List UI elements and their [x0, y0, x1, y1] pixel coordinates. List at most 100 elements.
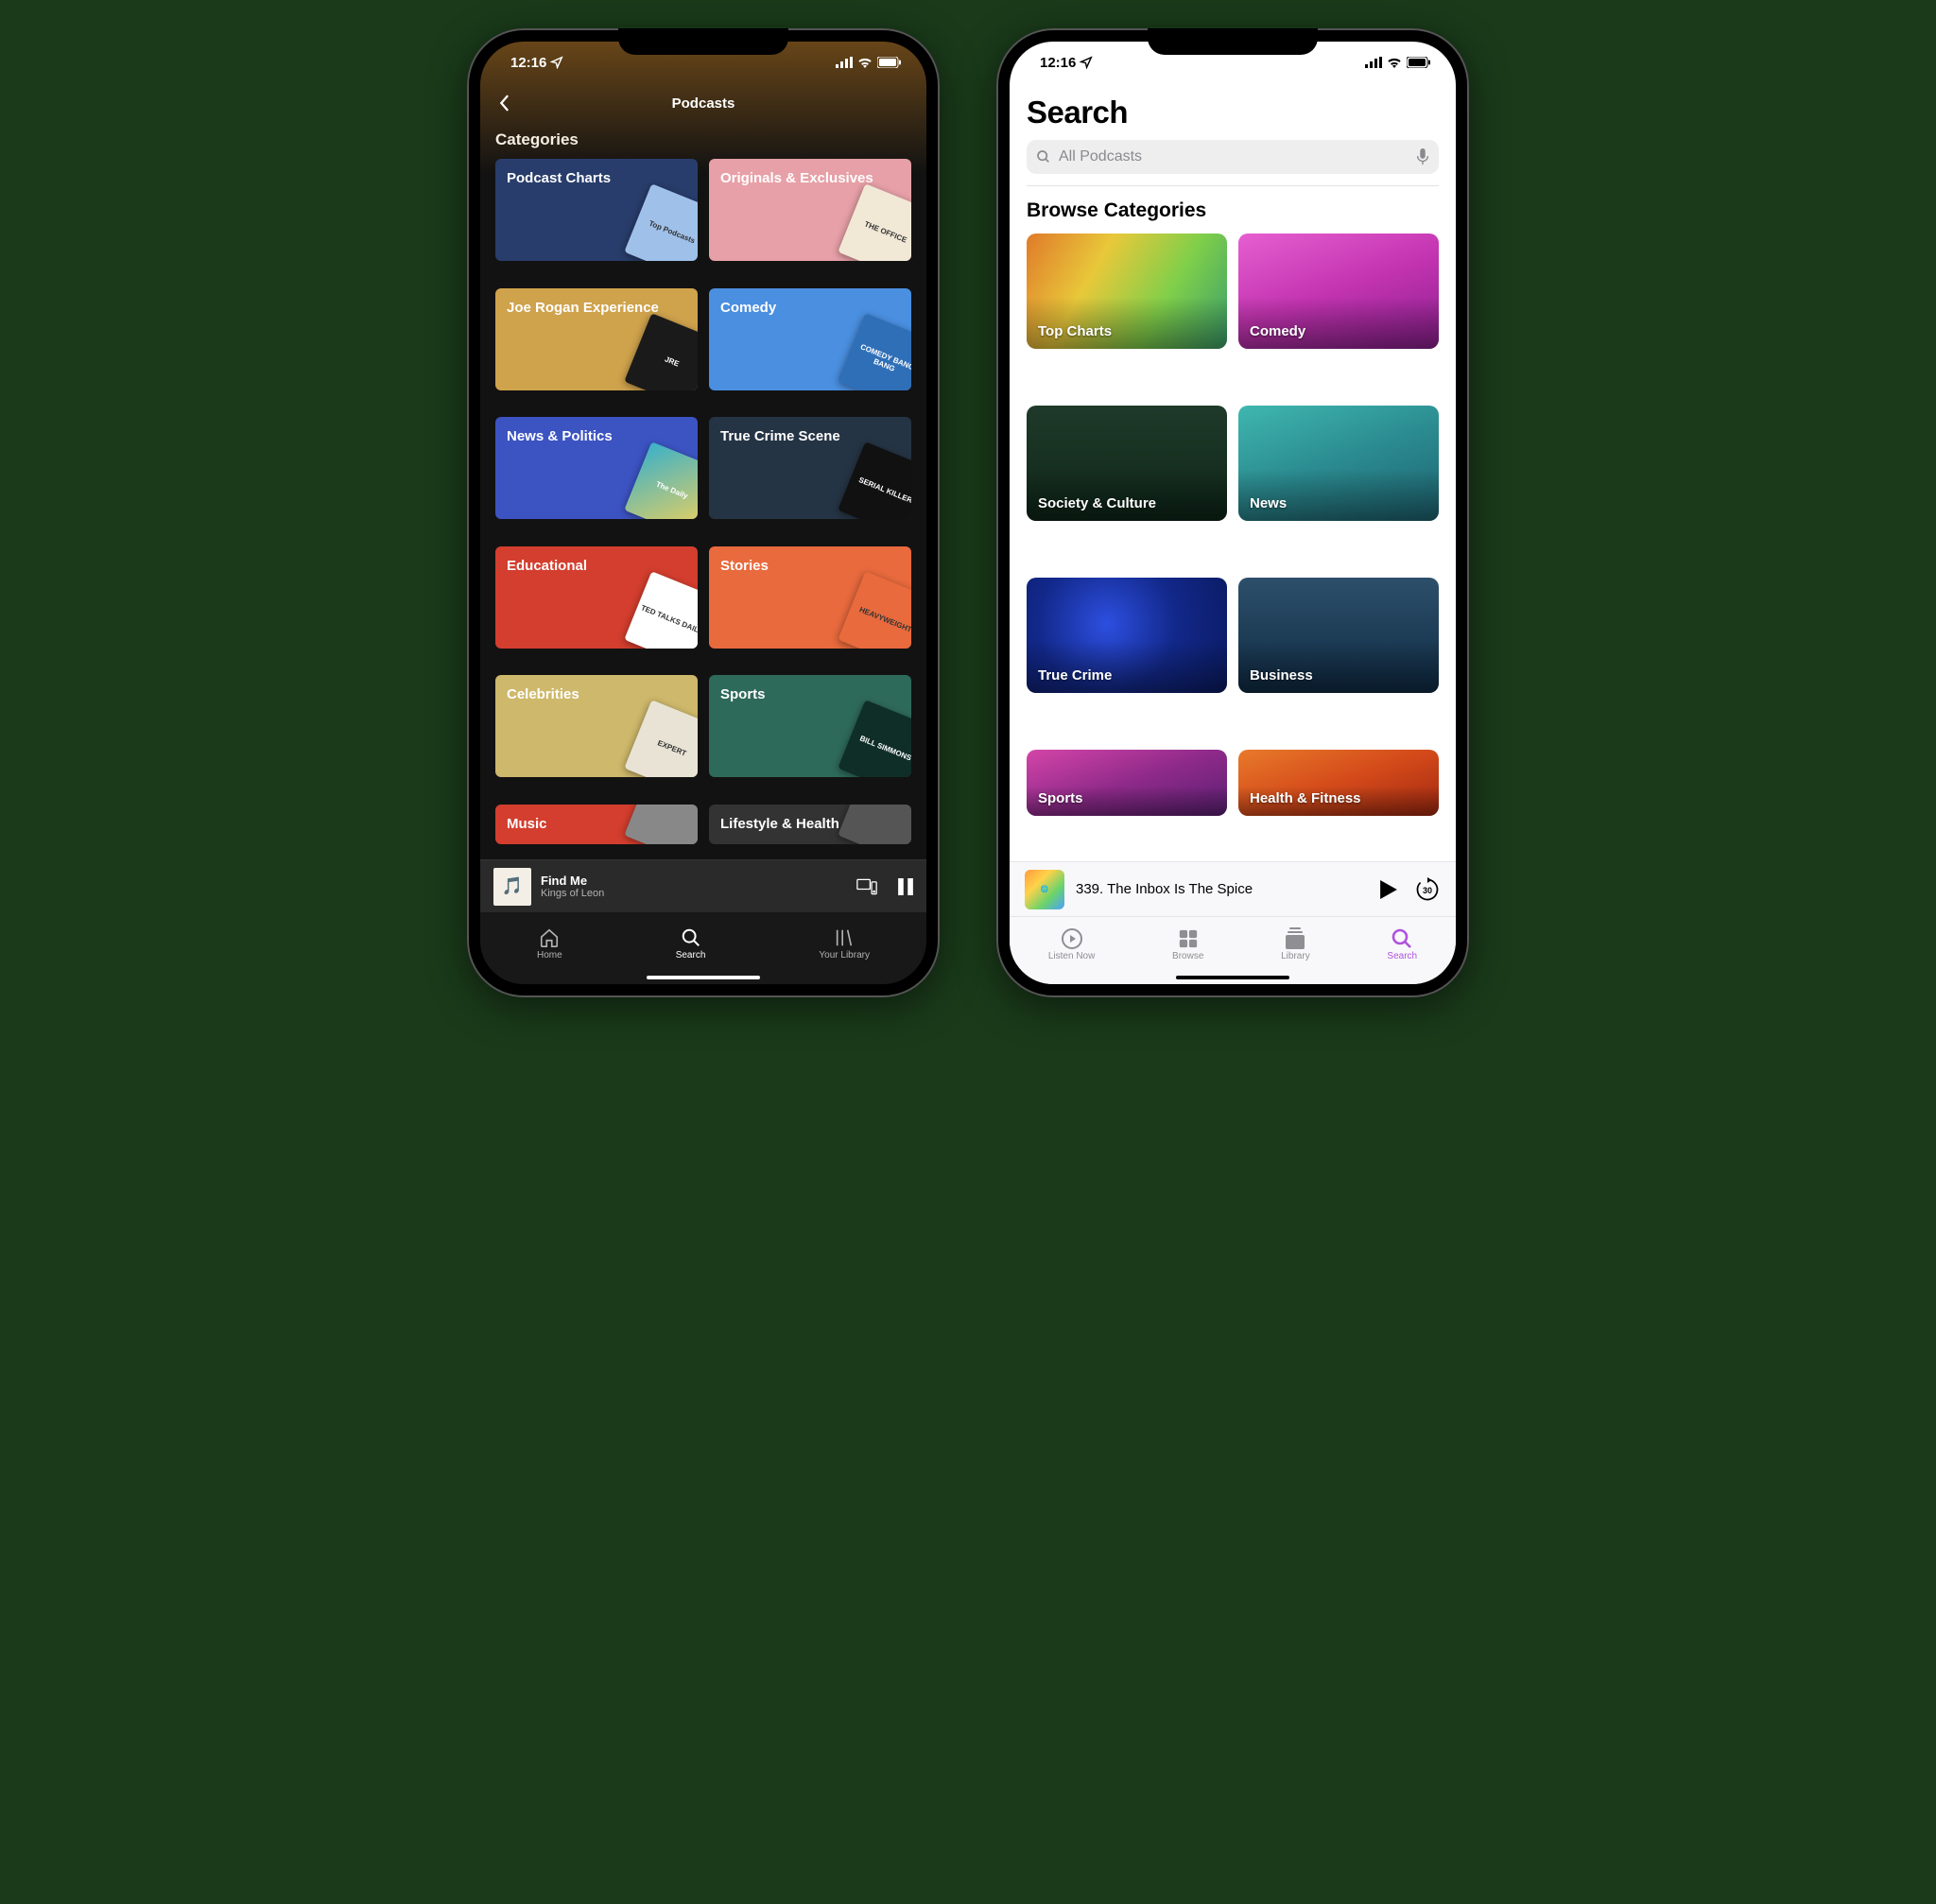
stack-icon — [1284, 927, 1306, 950]
category-tile[interactable]: Music — [495, 805, 698, 844]
tile-art: The Daily — [624, 441, 698, 519]
library-icon — [834, 927, 855, 948]
status-time: 12:16 — [510, 55, 546, 71]
wifi-icon — [857, 57, 873, 68]
category-tile[interactable]: Comedy — [1238, 234, 1439, 349]
category-tile[interactable]: Top Charts — [1027, 234, 1227, 349]
spotify-phone: 12:16 Podcasts — [467, 28, 940, 997]
category-tile[interactable]: EducationalTED TALKS DAILY — [495, 546, 698, 649]
now-playing-art: 🌐 — [1025, 870, 1064, 909]
category-tile[interactable]: Stories HEAVYWEIGHT — [709, 546, 911, 649]
apple-podcasts-phone: 12:16 Search — [996, 28, 1469, 997]
tile-label: True Crime Scene — [720, 428, 840, 444]
category-tile[interactable]: Sports — [1027, 750, 1227, 816]
tile-label: Celebrities — [507, 686, 579, 702]
tile-art: Top Podcasts — [624, 183, 698, 261]
tile-art: SERIAL KILLER — [838, 441, 911, 519]
tile-label: News & Politics — [507, 428, 613, 444]
tab-label: Listen Now — [1048, 951, 1095, 961]
home-icon — [539, 927, 560, 948]
notch — [618, 28, 788, 55]
tile-art: THE OFFICE — [838, 183, 911, 261]
category-tile[interactable]: True Crime SceneSERIAL KILLER — [709, 417, 911, 519]
now-playing-title: 339. The Inbox Is The Spice — [1076, 881, 1369, 897]
tab-bar: Listen Now Browse Library Search — [1010, 916, 1456, 971]
back-button[interactable] — [497, 95, 510, 112]
category-tile[interactable]: Originals & ExclusivesTHE OFFICE — [709, 159, 911, 261]
section-title: Categories — [480, 123, 926, 159]
tile-label: News — [1250, 495, 1287, 511]
category-tile[interactable]: Society & Culture — [1027, 406, 1227, 521]
category-tile[interactable]: News & Politics The Daily — [495, 417, 698, 519]
tile-label: Stories — [720, 558, 769, 574]
tile-art — [838, 805, 911, 844]
tab-library[interactable]: Library — [1281, 927, 1310, 961]
pause-button[interactable] — [898, 878, 913, 895]
category-tile[interactable]: Podcast Charts Top Podcasts — [495, 159, 698, 261]
tab-search[interactable]: Search — [1387, 927, 1417, 961]
tab-label: Search — [1387, 951, 1417, 961]
tile-label: Originals & Exclusives — [720, 170, 873, 186]
home-indicator[interactable] — [480, 971, 926, 984]
tab-search[interactable]: Search — [676, 927, 706, 961]
tab-listen-now[interactable]: Listen Now — [1048, 927, 1095, 961]
now-playing-artist: Kings of Leon — [541, 888, 847, 899]
tile-label: Podcast Charts — [507, 170, 611, 186]
tab-browse[interactable]: Browse — [1172, 927, 1203, 961]
tab-label: Library — [1281, 951, 1310, 961]
play-circle-icon — [1061, 927, 1083, 950]
tile-label: Music — [507, 816, 547, 832]
category-tile[interactable]: Business — [1238, 578, 1439, 693]
devices-icon[interactable] — [856, 878, 877, 895]
battery-icon — [1407, 57, 1431, 68]
now-playing-bar[interactable]: 🎵 Find Me Kings of Leon — [480, 859, 926, 912]
category-tile[interactable]: Health & Fitness — [1238, 750, 1439, 816]
now-playing-bar[interactable]: 🌐 339. The Inbox Is The Spice 30 — [1010, 861, 1456, 916]
search-icon — [1036, 149, 1051, 164]
divider — [1027, 185, 1439, 186]
tile-label: Business — [1250, 667, 1313, 684]
tab-home[interactable]: Home — [537, 927, 562, 961]
home-indicator[interactable] — [1010, 971, 1456, 984]
location-icon — [550, 56, 563, 69]
category-tile[interactable]: News — [1238, 406, 1439, 521]
tile-label: Comedy — [720, 300, 776, 316]
search-input[interactable]: All Podcasts — [1027, 140, 1439, 174]
search-icon — [681, 927, 701, 948]
signal-icon — [1365, 57, 1382, 68]
tile-label: Lifestyle & Health — [720, 816, 839, 832]
category-tile[interactable]: SportsBILL SIMMONS — [709, 675, 911, 777]
mic-icon[interactable] — [1416, 148, 1429, 165]
grid-icon — [1177, 927, 1200, 950]
category-tile[interactable]: Lifestyle & Health — [709, 805, 911, 844]
play-button[interactable] — [1380, 880, 1397, 899]
tab-label: Home — [537, 950, 562, 961]
tile-label: Sports — [1038, 790, 1083, 806]
tab-your-library[interactable]: Your Library — [819, 927, 870, 961]
tab-bar: Home Search Your Library — [480, 912, 926, 971]
category-grid: Podcast ChartsTop PodcastsOriginals & Ex… — [480, 159, 926, 859]
tab-label: Search — [676, 950, 706, 961]
category-tile[interactable]: Comedy COMEDY BANG BANG — [709, 288, 911, 390]
tile-label: True Crime — [1038, 667, 1112, 684]
now-playing-art: 🎵 — [493, 868, 531, 906]
category-tile[interactable]: True Crime — [1027, 578, 1227, 693]
search-placeholder: All Podcasts — [1059, 148, 1409, 165]
nav-header: Podcasts — [480, 83, 926, 123]
now-playing-title: Find Me — [541, 874, 847, 888]
category-grid: Top Charts Comedy Society & Culture News Tru… — [1010, 234, 1456, 861]
battery-icon — [877, 57, 902, 68]
skip-forward-30-button[interactable]: 30 — [1414, 876, 1441, 903]
tile-label: Joe Rogan Experience — [507, 300, 659, 316]
tile-label: Educational — [507, 558, 587, 574]
wifi-icon — [1387, 57, 1402, 68]
tile-art: COMEDY BANG BANG — [838, 313, 911, 390]
search-icon — [1391, 927, 1413, 950]
notch — [1148, 28, 1318, 55]
category-tile[interactable]: Joe Rogan ExperienceJRE — [495, 288, 698, 390]
status-time: 12:16 — [1040, 55, 1076, 71]
tile-art: HEAVYWEIGHT — [838, 571, 911, 649]
category-tile[interactable]: CelebritiesEXPERT — [495, 675, 698, 777]
tile-label: Comedy — [1250, 323, 1305, 339]
tile-art: BILL SIMMONS — [838, 700, 911, 777]
